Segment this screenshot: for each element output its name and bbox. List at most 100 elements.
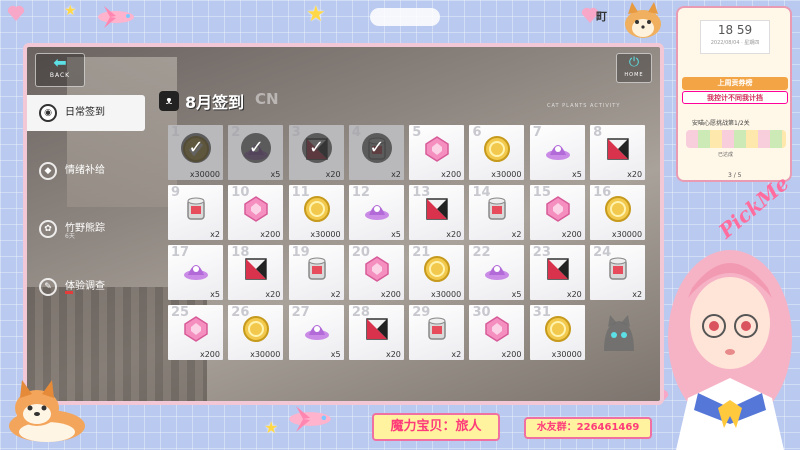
- corner-letter: 町: [596, 10, 607, 23]
- day-number: 2: [231, 125, 241, 140]
- bear-paw-icon: ✿: [39, 220, 57, 238]
- claimed-check-icon: ✓: [361, 133, 392, 163]
- reward-quantity: x5: [511, 290, 522, 299]
- reward-quantity: x30000: [310, 230, 341, 239]
- reward-cell-day-24[interactable]: 24 x2: [590, 245, 646, 300]
- day-number: 9: [171, 185, 181, 200]
- reward-cell-day-12[interactable]: 12 x5: [348, 185, 404, 240]
- menu-item-bamboo-bear[interactable]: ✿ 竹野熊踪 6天: [27, 211, 147, 247]
- claimed-check-icon: ✓: [241, 133, 272, 163]
- back-button[interactable]: ⬅ BACK: [35, 53, 85, 87]
- reward-quantity: x200: [260, 230, 281, 239]
- day-number: 7: [532, 125, 542, 140]
- reward-quantity: x2: [210, 230, 220, 239]
- reward-cell-day-29[interactable]: 29 x2: [409, 305, 465, 360]
- reward-cell-day-28[interactable]: 28 x20: [348, 305, 404, 360]
- side-menu: ◉ 日常签到 ◆ 情绪补给 ✿ 竹野熊踪 6天 ✎ 体验调查: [27, 95, 147, 327]
- menu-item-label: 情绪补给: [65, 165, 105, 176]
- reward-cell-day-23[interactable]: 23 x20: [529, 245, 585, 300]
- reward-cell-day-1[interactable]: 1 ✓ x30000: [168, 125, 223, 180]
- reward-cell-day-6[interactable]: 6 x30000: [469, 125, 525, 180]
- reward-quantity: x5: [210, 290, 220, 299]
- reward-cell-day-2[interactable]: 2 ✓ x5: [228, 125, 284, 180]
- menu-item-daily-checkin[interactable]: ◉ 日常签到: [27, 95, 145, 131]
- title-text: 8月签到: [185, 93, 245, 112]
- reward-cell-day-22[interactable]: 22 x5: [469, 245, 525, 300]
- survey-icon: ✎: [39, 278, 57, 296]
- reward-cell-day-8[interactable]: 8 x20: [590, 125, 646, 180]
- cat-mascot-icon: [604, 315, 635, 351]
- star-decoration-icon: ★: [306, 2, 326, 27]
- red-cube-icon: [544, 255, 572, 283]
- reward-cell-day-19[interactable]: 19 x2: [288, 245, 344, 300]
- reward-cell-day-17[interactable]: 17 x5: [168, 245, 223, 300]
- reward-quantity: x200: [441, 170, 462, 179]
- clock: 18 59 2022/08/04 · 星期四: [700, 20, 770, 54]
- reward-cell-day-26[interactable]: 26 x30000: [228, 305, 284, 360]
- quest-text: 安喵心愿挑战第1/2关: [692, 120, 750, 127]
- reward-quantity: x5: [571, 170, 582, 179]
- pink-crystal-icon: [483, 315, 511, 343]
- menu-item-survey[interactable]: ✎ 体验调查: [27, 269, 147, 305]
- reward-quantity: x20: [265, 290, 281, 299]
- back-label: BACK: [49, 72, 71, 79]
- page-indicator: 3 / 5: [728, 172, 742, 179]
- purple-hat-icon: [483, 255, 511, 283]
- reward-cell-day-25[interactable]: 25 x200: [168, 305, 223, 360]
- day-number: 8: [593, 125, 603, 140]
- reward-cell-day-13[interactable]: 13 x20: [409, 185, 465, 240]
- reward-quantity: x30000: [431, 290, 462, 299]
- reward-cell-day-30[interactable]: 30 x200: [469, 305, 525, 360]
- vtuber-avatar: [668, 250, 792, 450]
- home-button[interactable]: ⏻ HOME: [616, 53, 652, 83]
- airplane-decoration-icon: [289, 406, 331, 432]
- reward-cell-day-5[interactable]: 5 x200: [409, 125, 465, 180]
- cat-stickers: [686, 130, 786, 148]
- reward-quantity: x2: [330, 290, 341, 299]
- menu-item-emotion-supply[interactable]: ◆ 情绪补给: [27, 153, 147, 189]
- reward-cell-day-20[interactable]: 20 x200: [348, 245, 404, 300]
- reward-cell-day-7[interactable]: 7 x5: [529, 125, 585, 180]
- reward-cell-day-10[interactable]: 10 x200: [228, 185, 284, 240]
- home-icon: ⏻: [628, 55, 640, 70]
- red-cube-icon: [242, 255, 270, 283]
- reward-cell-day-4[interactable]: 4 ✓ x2: [348, 125, 404, 180]
- reward-cell-day-9[interactable]: 9 x2: [168, 185, 223, 240]
- purple-hat-icon: [182, 255, 210, 283]
- game-window: ⬅ BACK ⏻ HOME ◉ 日常签到 ◆ 情绪补给 ✿ 竹野熊踪 6天 ✎ …: [23, 43, 664, 405]
- quest-status: 已达成: [718, 152, 734, 158]
- reward-cell-day-18[interactable]: 18 x20: [228, 245, 284, 300]
- reward-cell-day-27[interactable]: 27 x5: [288, 305, 344, 360]
- reward-cell-day-15[interactable]: 15 x200: [529, 185, 585, 240]
- day-number: 4: [351, 125, 361, 140]
- corgi-sticker: [9, 380, 85, 442]
- purple-hat-icon: [303, 315, 331, 343]
- reward-quantity: x20: [446, 230, 462, 239]
- reward-cell-day-3[interactable]: 3 ✓ x20: [288, 125, 344, 180]
- pink-crystal-icon: [423, 135, 451, 163]
- cat-face-icon: ◉: [39, 104, 57, 122]
- reward-cell-day-14[interactable]: 14 x2: [469, 185, 525, 240]
- reward-cell-day-16[interactable]: 16 x30000: [590, 185, 646, 240]
- cat-title-icon: ᴥ: [159, 91, 179, 111]
- reward-cell-day-21[interactable]: 21 x30000: [409, 245, 465, 300]
- day-number: 1: [171, 125, 181, 140]
- reward-quantity: x200: [561, 230, 582, 239]
- cloud-decoration: [370, 8, 440, 26]
- reward-cell-day-11[interactable]: 11 x30000: [288, 185, 344, 240]
- reward-quantity: x200: [199, 350, 220, 359]
- day-number: 6: [472, 125, 482, 140]
- clock-time: 18 59: [717, 23, 753, 37]
- gold-coin-icon: [423, 255, 451, 283]
- shiba-dog-sticker: [625, 2, 661, 38]
- clock-date: 2022/08/04 · 星期四: [710, 40, 760, 46]
- reward-quantity: x20: [325, 170, 341, 179]
- reward-quantity: x2: [632, 290, 643, 299]
- red-cube-icon: [363, 315, 391, 343]
- claimed-check-icon: ✓: [181, 133, 211, 163]
- empty-slot: [590, 305, 645, 360]
- game-name-banner: 魔力宝贝：旅人: [372, 413, 500, 441]
- reward-cell-day-31[interactable]: 31 x30000: [529, 305, 585, 360]
- star-decoration-icon: ★: [264, 418, 279, 437]
- reward-quantity: x30000: [189, 170, 220, 179]
